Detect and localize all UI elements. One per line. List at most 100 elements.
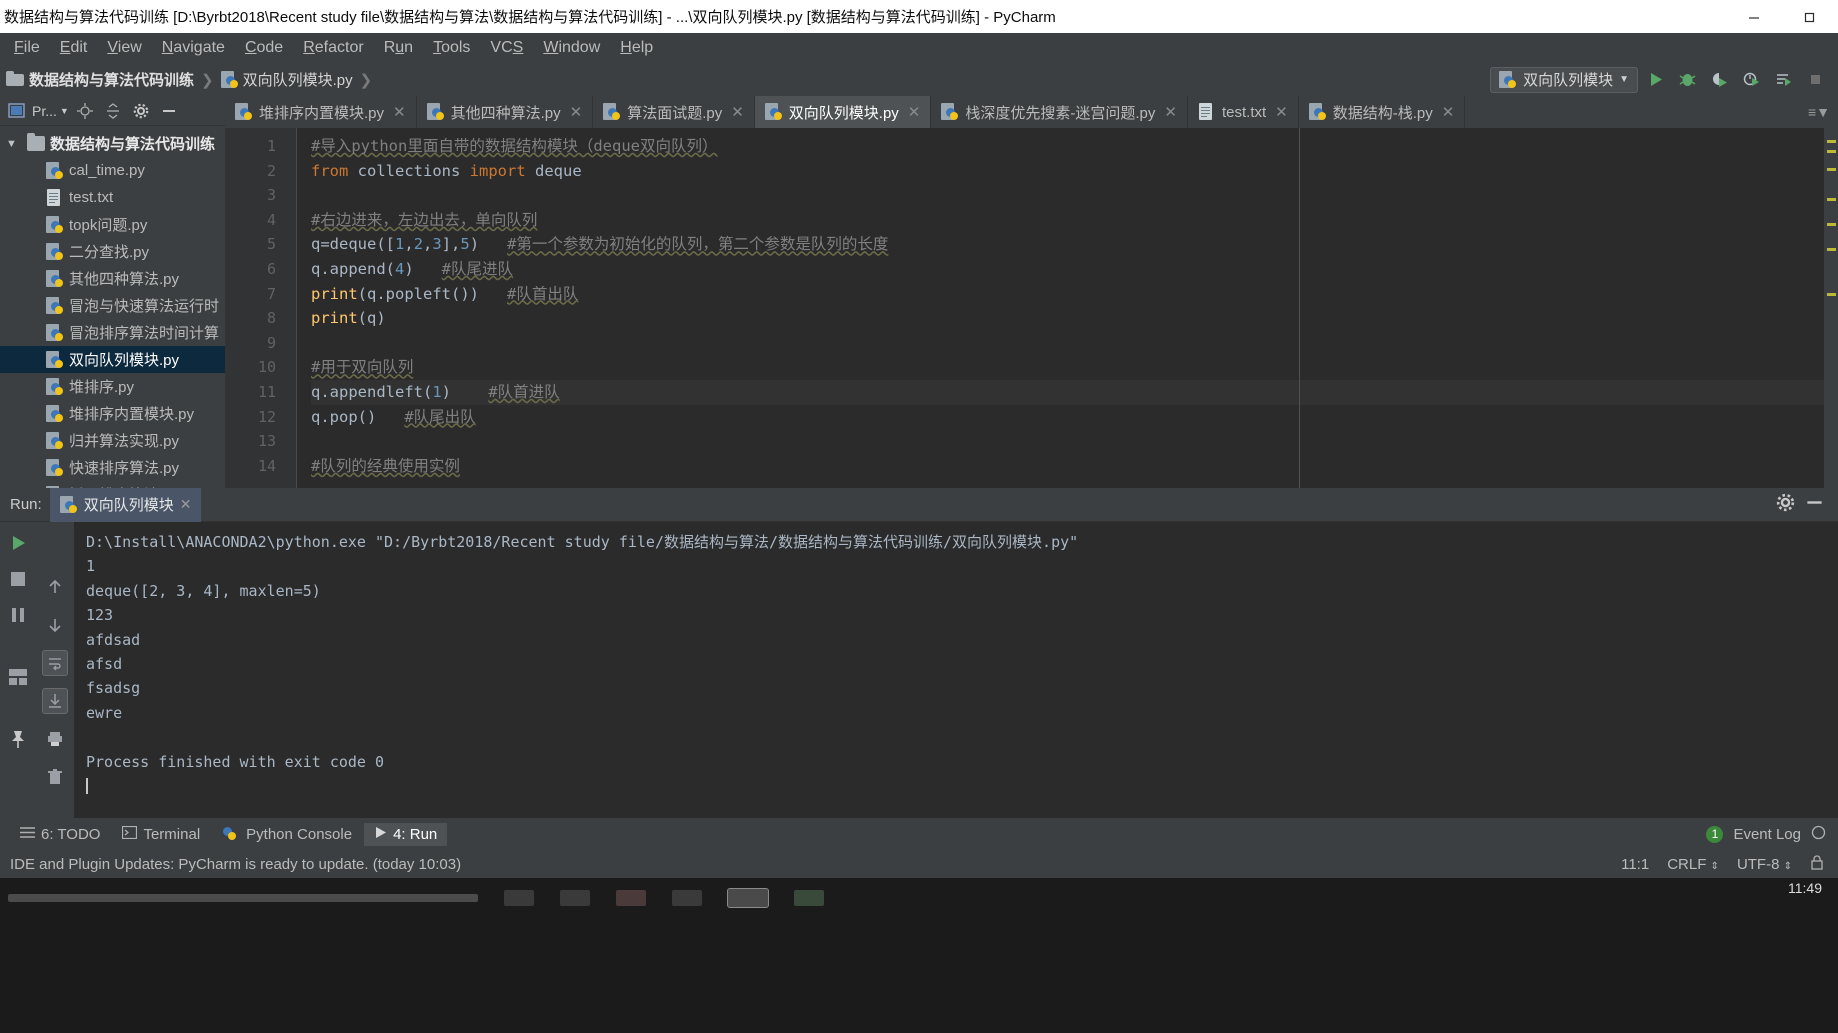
bottom-tab-run[interactable]: 4: Run bbox=[364, 822, 448, 846]
editor-tab[interactable]: 栈深度优先搜素-迷宫问题.py ✕ bbox=[931, 96, 1188, 128]
rerun-button[interactable] bbox=[5, 530, 31, 556]
close-icon[interactable]: ✕ bbox=[1275, 103, 1288, 121]
close-icon[interactable]: ✕ bbox=[1442, 103, 1455, 121]
caret-position[interactable]: 11:1 bbox=[1621, 856, 1649, 873]
menu-edit[interactable]: Edit bbox=[50, 36, 98, 60]
bottom-tab-terminal[interactable]: Terminal bbox=[112, 823, 210, 846]
settings-gear-icon[interactable] bbox=[1776, 493, 1795, 517]
pause-button[interactable] bbox=[5, 602, 31, 628]
menu-code[interactable]: Code bbox=[235, 36, 293, 60]
taskbar-clock[interactable]: 11:49 bbox=[1788, 880, 1822, 898]
tree-root-node[interactable]: ▼ 数据结构与算法代码训练 bbox=[0, 130, 225, 157]
tree-item[interactable]: 冒泡排序算法时间计算 bbox=[0, 319, 225, 346]
run-button[interactable] bbox=[1640, 66, 1670, 94]
taskbar-item[interactable] bbox=[8, 894, 478, 902]
line-number: 5 bbox=[266, 235, 276, 254]
close-icon[interactable]: ✕ bbox=[1164, 103, 1177, 121]
editor-tab[interactable]: 数据结构-栈.py ✕ bbox=[1298, 96, 1466, 128]
code-line: #导入python里面自带的数据结构模块（deque双向队列） bbox=[311, 134, 1838, 159]
tree-item[interactable]: 堆排序内置模块.py bbox=[0, 400, 225, 427]
run-tab[interactable]: 双向队列模块 ✕ bbox=[49, 487, 202, 522]
arrow-up-icon[interactable] bbox=[42, 574, 68, 600]
menu-file[interactable]: File bbox=[4, 36, 50, 60]
taskbar-item[interactable] bbox=[794, 890, 824, 906]
editor-tabs-overflow[interactable]: ≡▼ bbox=[1808, 96, 1838, 128]
profile-button[interactable] bbox=[1736, 66, 1766, 94]
taskbar-item-active[interactable] bbox=[727, 888, 769, 908]
editor-tab[interactable]: 堆排序内置模块.py ✕ bbox=[225, 96, 417, 128]
menu-tools[interactable]: Tools bbox=[423, 36, 480, 60]
tree-item[interactable]: 二分查找.py bbox=[0, 238, 225, 265]
minimize-icon[interactable] bbox=[1726, 0, 1782, 33]
menu-window[interactable]: Window bbox=[533, 36, 610, 60]
editor-tabstrip: 堆排序内置模块.py ✕ 其他四种算法.py ✕ 算法面试题.py ✕ 双向队列模块.py ✕… bbox=[225, 96, 1838, 128]
taskbar-item[interactable] bbox=[672, 890, 702, 906]
editor-tab[interactable]: 双向队列模块.py ✕ bbox=[754, 96, 932, 128]
console-line: afdsad bbox=[86, 630, 141, 649]
breadcrumb-project[interactable]: 数据结构与算法代码训练 bbox=[0, 68, 200, 91]
collapse-all-icon[interactable] bbox=[101, 100, 125, 122]
bottom-tab-python-console[interactable]: Python Console bbox=[212, 822, 362, 846]
pin-icon[interactable] bbox=[5, 726, 31, 752]
tree-item[interactable]: topk问题.py bbox=[0, 211, 225, 238]
encoding-selector[interactable]: UTF-8 ⇕ bbox=[1737, 856, 1792, 873]
menu-view[interactable]: View bbox=[97, 36, 151, 60]
scroll-end-icon[interactable] bbox=[42, 688, 68, 714]
editor-code-text[interactable]: #导入python里面自带的数据结构模块（deque双向队列） from coll… bbox=[297, 128, 1838, 488]
close-icon[interactable]: ✕ bbox=[731, 103, 744, 121]
taskbar-item[interactable] bbox=[504, 890, 534, 906]
minimize-icon[interactable] bbox=[1805, 493, 1824, 517]
stop-button[interactable] bbox=[1800, 66, 1830, 94]
line-separator-selector[interactable]: CRLF ⇕ bbox=[1667, 856, 1719, 873]
restore-icon[interactable] bbox=[1782, 0, 1838, 33]
close-icon[interactable]: ✕ bbox=[908, 103, 921, 121]
status-message[interactable]: IDE and Plugin Updates: PyCharm is ready… bbox=[10, 856, 461, 873]
close-icon[interactable]: ✕ bbox=[393, 103, 406, 121]
tree-item[interactable]: cal_time.py bbox=[0, 157, 225, 184]
menu-run[interactable]: Run bbox=[374, 36, 423, 60]
stop-button[interactable] bbox=[5, 566, 31, 592]
breadcrumb-file[interactable]: 双向队列模块.py bbox=[215, 68, 359, 91]
tree-item[interactable]: 冒泡与快速算法运行时 bbox=[0, 292, 225, 319]
taskbar-item[interactable] bbox=[560, 890, 590, 906]
python-console-icon bbox=[222, 825, 240, 843]
wrap-icon[interactable] bbox=[42, 650, 68, 676]
editor-error-stripe[interactable] bbox=[1824, 128, 1838, 488]
bottom-tab-todo[interactable]: 6: TODO bbox=[10, 823, 110, 846]
layout-icon[interactable] bbox=[5, 664, 31, 690]
editor-tab[interactable]: 算法面试题.py ✕ bbox=[593, 96, 755, 128]
menu-help[interactable]: Help bbox=[610, 36, 663, 60]
run-with-console-button[interactable] bbox=[1768, 66, 1798, 94]
tree-item[interactable]: 其他四种算法.py bbox=[0, 265, 225, 292]
tree-item[interactable]: 双向队列模块.py bbox=[0, 346, 225, 373]
editor-fold-column[interactable] bbox=[285, 128, 297, 488]
close-icon[interactable]: ✕ bbox=[180, 496, 192, 513]
run-coverage-button[interactable] bbox=[1704, 66, 1734, 94]
tree-item[interactable]: 归并算法实现.py bbox=[0, 427, 225, 454]
locate-icon[interactable] bbox=[73, 100, 97, 122]
hide-icon[interactable] bbox=[157, 100, 181, 122]
run-console-output[interactable]: D:\Install\ANACONDA2\python.exe "D:/Byrb… bbox=[74, 522, 1838, 818]
event-log-icon[interactable] bbox=[1811, 825, 1826, 844]
close-icon[interactable]: ✕ bbox=[570, 103, 583, 121]
menu-vcs[interactable]: VCS bbox=[480, 36, 533, 60]
menu-refactor[interactable]: Refactor bbox=[293, 36, 373, 60]
debug-button[interactable] bbox=[1672, 66, 1702, 94]
menu-navigate[interactable]: Navigate bbox=[152, 36, 235, 60]
run-configuration-selector[interactable]: 双向队列模块 ▼ bbox=[1490, 66, 1638, 93]
settings-gear-icon[interactable] bbox=[129, 100, 153, 122]
taskbar-item[interactable] bbox=[616, 890, 646, 906]
code-token: ], bbox=[441, 235, 461, 254]
project-panel-title[interactable]: Pr... ▼ bbox=[32, 103, 69, 119]
editor-tab[interactable]: 其他四种算法.py ✕ bbox=[416, 96, 594, 128]
lock-icon[interactable] bbox=[1810, 854, 1824, 874]
editor-tab[interactable]: test.txt ✕ bbox=[1187, 96, 1299, 128]
code-editor[interactable]: 1 2 3 4 5 6 7 8 9 10 11 12 13 14 #导入python里面自带的数据结构模块… bbox=[225, 128, 1838, 488]
trash-icon[interactable] bbox=[42, 764, 68, 790]
tree-item[interactable]: 堆排序.py bbox=[0, 373, 225, 400]
print-icon[interactable] bbox=[42, 726, 68, 752]
arrow-down-icon[interactable] bbox=[42, 612, 68, 638]
tree-item[interactable]: 快速排序算法.py bbox=[0, 454, 225, 481]
tree-item[interactable]: test.txt bbox=[0, 184, 225, 211]
event-log-area[interactable]: 1 Event Log bbox=[1706, 825, 1838, 844]
